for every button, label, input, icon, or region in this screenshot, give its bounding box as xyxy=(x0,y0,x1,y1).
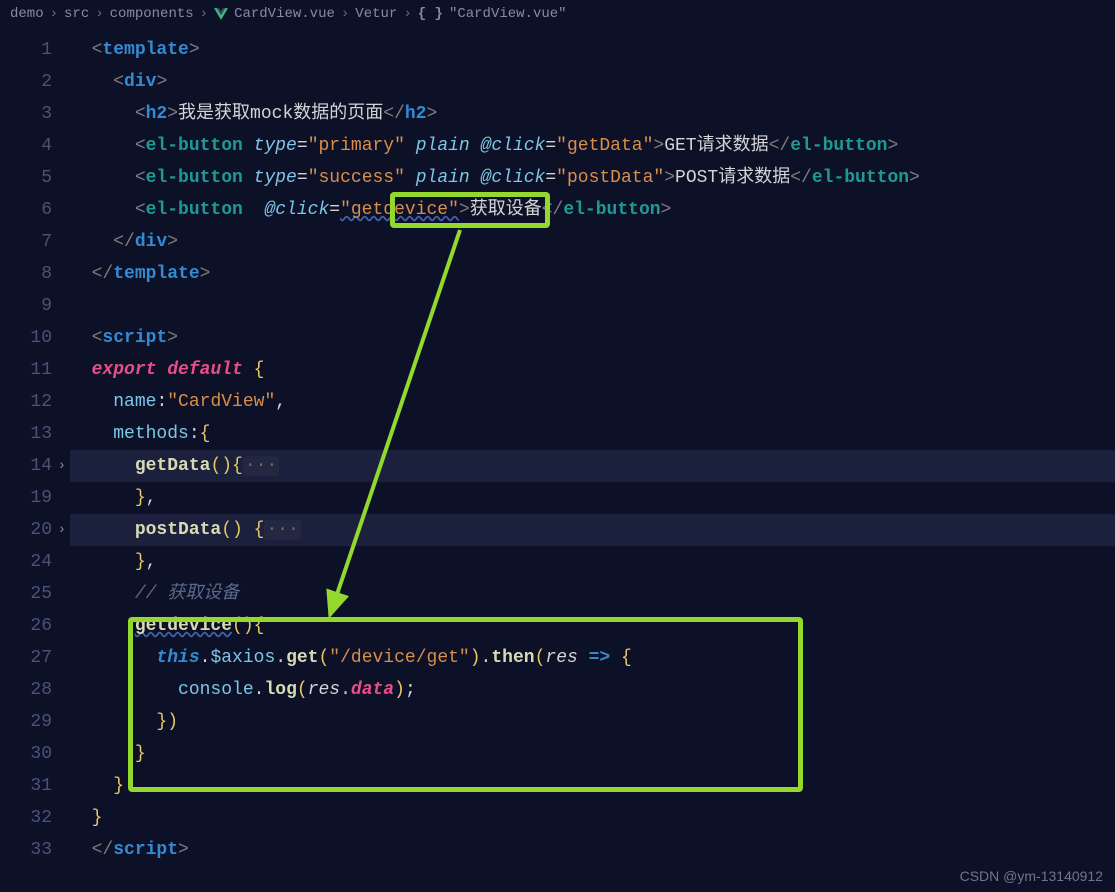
line-number: 27 xyxy=(30,648,52,668)
braces-icon: { } xyxy=(418,6,443,22)
code-line[interactable]: <h2>我是获取mock数据的页面</h2> xyxy=(70,98,1115,130)
line-number: 7 xyxy=(41,232,52,252)
line-number: 13 xyxy=(30,424,52,444)
code-line[interactable]: console.log(res.data); xyxy=(70,674,1115,706)
editor: 1 2 3 4 5 6 7 8 9 10 11 12 13 14 › 19 20 ›… xyxy=(0,28,1115,892)
line-number: 20 xyxy=(30,520,52,540)
line-number: 19 xyxy=(30,488,52,508)
code-line[interactable]: <el-button @click="getdevice">获取设备</el-b… xyxy=(70,194,1115,226)
code-line[interactable]: name:"CardView", xyxy=(70,386,1115,418)
line-number: 11 xyxy=(30,360,52,380)
fold-icon[interactable]: › xyxy=(58,450,66,482)
line-number: 24 xyxy=(30,552,52,572)
line-number: 32 xyxy=(30,808,52,828)
line-number: 9 xyxy=(41,296,52,316)
line-number: 8 xyxy=(41,264,52,284)
line-number: 26 xyxy=(30,616,52,636)
code-line[interactable]: this.$axios.get("/device/get").then(res … xyxy=(70,642,1115,674)
line-number: 31 xyxy=(30,776,52,796)
code-line[interactable]: methods:{ xyxy=(70,418,1115,450)
code-line[interactable]: <el-button type="success" plain @click="… xyxy=(70,162,1115,194)
line-number: 29 xyxy=(30,712,52,732)
code-area[interactable]: <template> <div> <h2>我是获取mock数据的页面</h2> … xyxy=(70,28,1115,892)
code-line[interactable]: <div> xyxy=(70,66,1115,98)
code-line[interactable]: getData(){··· xyxy=(70,450,1115,482)
code-line[interactable]: </div> xyxy=(70,226,1115,258)
line-number: 2 xyxy=(41,72,52,92)
crumb-components[interactable]: components xyxy=(110,6,194,22)
line-number: 33 xyxy=(30,840,52,860)
crumb-leaf[interactable]: "CardView.vue" xyxy=(449,6,567,22)
breadcrumb: demo › src › components › CardView.vue ›… xyxy=(0,0,1115,28)
crumb-file[interactable]: CardView.vue xyxy=(234,6,335,22)
code-line[interactable]: getdevice(){ xyxy=(70,610,1115,642)
crumb-vetur[interactable]: Vetur xyxy=(355,6,397,22)
code-line[interactable]: <template> xyxy=(70,34,1115,66)
code-line[interactable]: <script> xyxy=(70,322,1115,354)
line-number: 30 xyxy=(30,744,52,764)
watermark: CSDN @ym-13140912 xyxy=(960,868,1103,884)
code-line[interactable]: } xyxy=(70,770,1115,802)
code-line[interactable]: </template> xyxy=(70,258,1115,290)
line-number-gutter: 1 2 3 4 5 6 7 8 9 10 11 12 13 14 › 19 20 ›… xyxy=(0,28,70,892)
line-number: 10 xyxy=(30,328,52,348)
code-line[interactable]: } xyxy=(70,802,1115,834)
crumb-sep: › xyxy=(95,6,103,22)
crumb-sep: › xyxy=(341,6,349,22)
code-line[interactable]: }, xyxy=(70,482,1115,514)
code-line[interactable]: } xyxy=(70,738,1115,770)
line-number: 14 xyxy=(30,456,52,476)
line-number: 28 xyxy=(30,680,52,700)
fold-icon[interactable]: › xyxy=(58,514,66,546)
vue-icon xyxy=(214,8,228,20)
line-number: 1 xyxy=(41,40,52,60)
code-line[interactable]: }) xyxy=(70,706,1115,738)
crumb-demo[interactable]: demo xyxy=(10,6,44,22)
crumb-sep: › xyxy=(50,6,58,22)
code-line[interactable]: postData() {··· xyxy=(70,514,1115,546)
crumb-sep: › xyxy=(200,6,208,22)
line-number: 6 xyxy=(41,200,52,220)
crumb-src[interactable]: src xyxy=(64,6,89,22)
line-number: 4 xyxy=(41,136,52,156)
code-line[interactable] xyxy=(70,290,1115,322)
code-line[interactable]: export default { xyxy=(70,354,1115,386)
code-line[interactable]: }, xyxy=(70,546,1115,578)
crumb-sep: › xyxy=(403,6,411,22)
code-line[interactable]: // 获取设备 xyxy=(70,578,1115,610)
code-line[interactable]: <el-button type="primary" plain @click="… xyxy=(70,130,1115,162)
line-number: 3 xyxy=(41,104,52,124)
line-number: 5 xyxy=(41,168,52,188)
line-number: 12 xyxy=(30,392,52,412)
code-line[interactable]: </script> xyxy=(70,834,1115,866)
line-number: 25 xyxy=(30,584,52,604)
